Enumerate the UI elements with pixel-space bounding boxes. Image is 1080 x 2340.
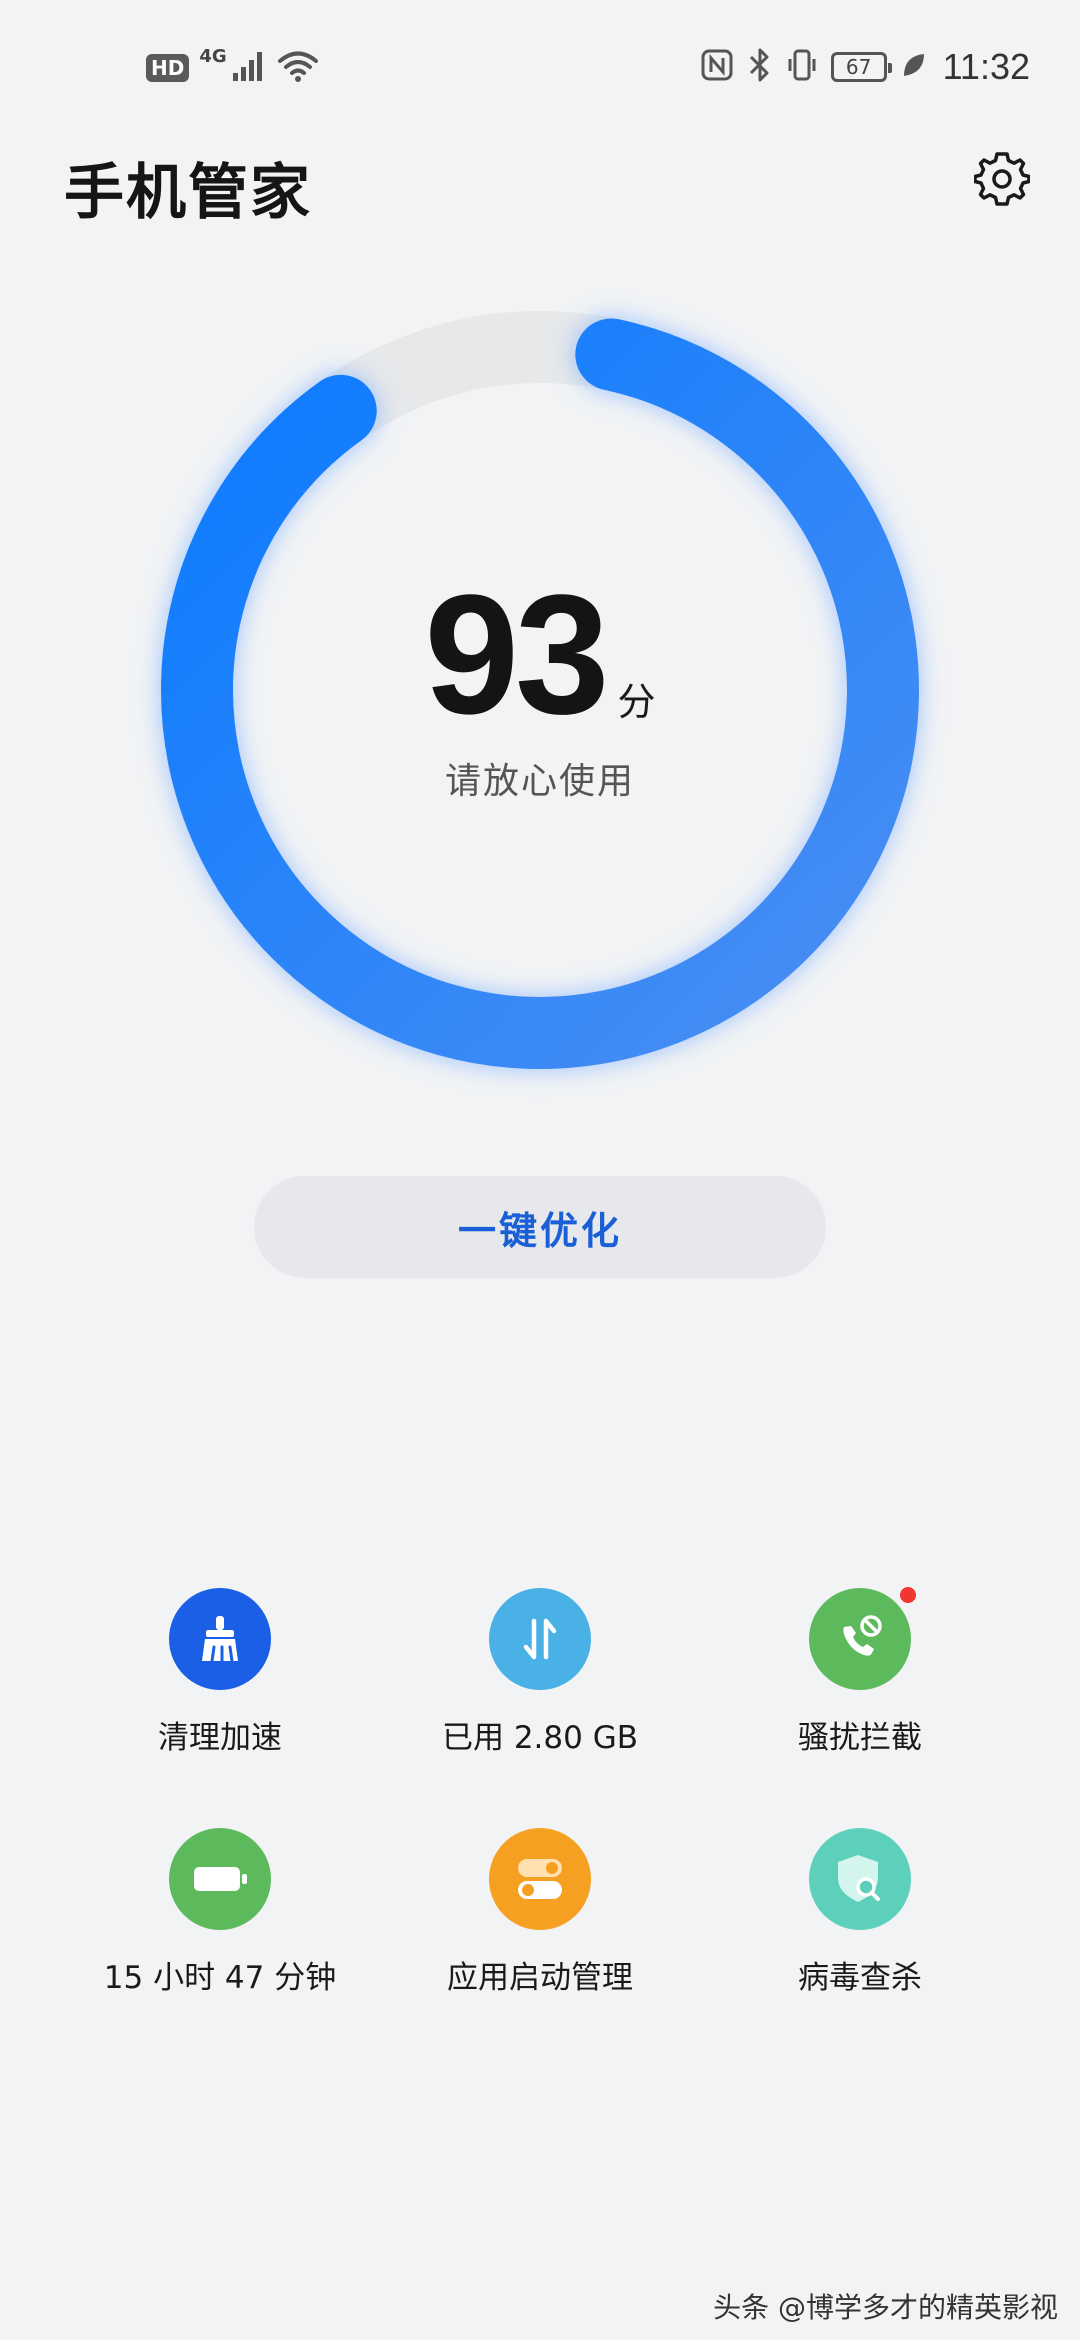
leaf-icon [901,51,927,83]
tool-harassment-block[interactable]: 骚扰拦截 [700,1584,1020,1757]
phone-block-icon [843,1615,882,1656]
tool-battery[interactable]: 15 小时 47 分钟 [60,1828,380,1997]
tool-harassment-block-icon-circle [809,1584,919,1690]
data-transfer-icon [523,1618,557,1660]
score-unit: 分 [617,680,656,724]
tool-cleanup-label: 清理加速 [158,1720,282,1756]
tool-harassment-block-label: 骚扰拦截 [798,1720,922,1756]
vibrate-icon [787,47,817,87]
wifi-icon [277,49,319,87]
tool-virus-scan[interactable]: 病毒查杀 [700,1828,1020,1997]
shield-scan-icon [838,1855,880,1902]
tool-data-usage-icon-circle [489,1588,591,1690]
battery-icon [194,1867,247,1891]
tool-battery-icon-circle [169,1828,271,1930]
broom-icon [202,1616,238,1663]
health-score-gauge: 93 分 请放心使用 [130,280,950,1100]
tool-virus-scan-label: 病毒查杀 [798,1960,922,1996]
tool-battery-label: 15 小时 47 分钟 [103,1960,337,1996]
score-status: 请放心使用 [444,761,635,802]
tool-cleanup-icon-circle [169,1588,271,1690]
tool-app-launch-icon-circle [489,1828,591,1930]
page-title: 手机管家 [64,158,312,228]
status-left: HD 4G [146,44,319,92]
score-row: 93 分 [424,560,656,750]
one-click-optimize-button[interactable]: 一键优化 [254,1176,826,1278]
tool-app-launch-label: 应用启动管理 [447,1960,633,1996]
notification-dot [897,1584,919,1606]
battery-level: 67 [845,55,872,79]
gear-icon [974,152,1030,206]
tool-cleanup[interactable]: 清理加速 [60,1588,380,1757]
watermark: 头条 @博学多才的精英影视 [713,2291,1058,2324]
tool-data-usage-label: 已用 2.80 GB [441,1720,639,1756]
tool-app-launch[interactable]: 应用启动管理 [380,1828,700,1997]
toggle-switch-icon [518,1859,562,1899]
bluetooth-icon [747,47,773,87]
score-value: 93 [424,560,609,750]
nfc-icon [701,49,733,85]
tool-virus-scan-icon-circle [809,1828,911,1930]
clock: 11:32 [942,46,1030,87]
tool-data-usage[interactable]: 已用 2.80 GB [380,1588,700,1757]
status-bar: HD 4G 67 11:32 [0,0,1080,130]
settings-button[interactable] [970,146,1034,210]
battery-indicator: 67 [830,52,892,82]
score-display: 93 分 请放心使用 [130,560,950,804]
signal-icon [231,49,267,87]
status-right: 67 11:32 [701,42,1030,92]
hd-voice-badge: HD [146,54,190,82]
network-type: 4G [199,46,227,67]
